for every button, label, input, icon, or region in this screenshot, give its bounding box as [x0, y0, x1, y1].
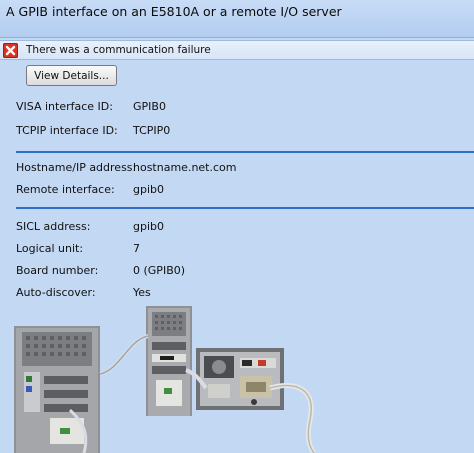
logical-unit-value: 7: [133, 242, 140, 255]
visa-interface-id-value: GPIB0: [133, 100, 166, 113]
instrument-icon: [196, 348, 284, 410]
remote-interface-label: Remote interface:: [16, 183, 115, 196]
sicl-address-label: SICL address:: [16, 220, 91, 233]
pc-tower-icon: [14, 326, 100, 453]
title-bar: A GPIB interface on an E5810A or a remot…: [0, 0, 474, 38]
remote-interface-value: gpib0: [133, 183, 165, 196]
hardware-illustration: [14, 306, 317, 453]
visa-interface-id-label: VISA interface ID:: [16, 100, 113, 113]
pc-tower-icon: [146, 306, 192, 416]
view-details-button[interactable]: View Details...: [26, 65, 117, 86]
page-title: A GPIB interface on an E5810A or a remot…: [6, 4, 342, 19]
hostname-value: hostname.net.com: [133, 161, 237, 174]
board-number-label: Board number:: [16, 264, 99, 277]
status-bar: There was a communication failure: [0, 40, 474, 60]
section-divider: [16, 207, 474, 209]
sicl-address-value: gpib0: [133, 220, 165, 233]
hostname-label: Hostname/IP address:: [16, 161, 137, 174]
tcpip-interface-id-label: TCPIP interface ID:: [16, 124, 118, 137]
status-message: There was a communication failure: [26, 44, 211, 56]
tcpip-interface-id-value: TCPIP0: [133, 124, 171, 137]
board-number-value: 0 (GPIB0): [133, 264, 186, 277]
logical-unit-label: Logical unit:: [16, 242, 84, 255]
section-divider: [16, 151, 474, 153]
auto-discover-value: Yes: [133, 286, 151, 299]
auto-discover-label: Auto-discover:: [16, 286, 96, 299]
error-x-icon: [3, 43, 18, 58]
